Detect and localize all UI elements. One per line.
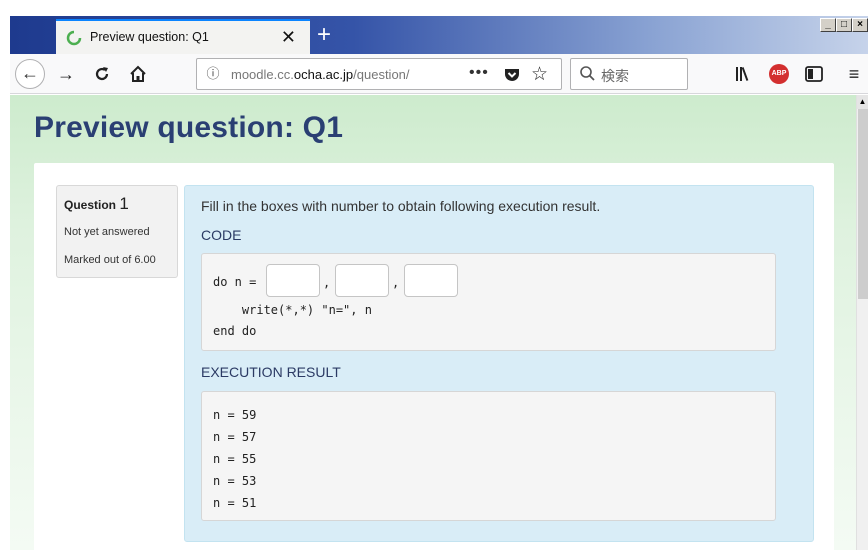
library-icon[interactable] <box>734 63 754 85</box>
url-domain: ocha.ac.jp <box>293 67 354 82</box>
home-button[interactable] <box>126 62 150 86</box>
code-comma-1: , <box>323 276 331 290</box>
page-actions-icon[interactable]: ••• <box>469 64 489 82</box>
home-icon <box>130 65 146 82</box>
window-controls: _ □ × <box>820 18 868 32</box>
maximize-button[interactable]: □ <box>836 18 852 32</box>
reload-icon <box>95 67 109 81</box>
question-label: Question <box>64 198 117 212</box>
close-window-button[interactable]: × <box>852 18 868 32</box>
scroll-thumb[interactable] <box>858 109 868 299</box>
forward-button[interactable]: → <box>54 62 78 86</box>
bookmark-star-icon[interactable]: ☆ <box>531 63 548 86</box>
page-title: Preview question: Q1 <box>34 111 344 144</box>
url-bar[interactable]: ⓘ moodle.cc.ocha.ac.jp/question/ ••• ☆ <box>196 58 562 90</box>
execution-heading: EXECUTION RESULT <box>201 364 341 380</box>
question-formulation: Fill in the boxes with number to obtain … <box>184 185 814 542</box>
info-icon[interactable]: ⓘ <box>205 66 221 82</box>
question-number-value: 1 <box>119 194 129 213</box>
answer-box-1[interactable] <box>266 264 320 297</box>
question-number: Question 1 <box>64 194 129 214</box>
search-bar[interactable]: 検索 <box>570 58 688 90</box>
question-text: Fill in the boxes with number to obtain … <box>201 198 601 214</box>
search-input[interactable]: 検索 <box>601 66 629 86</box>
code-comma-2: , <box>392 276 400 290</box>
navigation-toolbar: ← → ⓘ moodle.cc.ocha.ac.jp/question/ •••… <box>10 54 868 94</box>
execution-line: n = 57 <box>213 430 257 444</box>
scroll-up-icon[interactable]: ▲ <box>857 95 868 109</box>
minimize-button[interactable]: _ <box>820 18 836 32</box>
tab-close-icon[interactable]: ✕ <box>281 26 296 48</box>
back-button[interactable]: ← <box>15 59 45 89</box>
question-grade: Marked out of 6.00 <box>64 254 156 266</box>
hamburger-menu-icon[interactable]: ≡ <box>844 63 864 85</box>
url-suffix: /question/ <box>353 67 410 82</box>
question-state: Not yet answered <box>64 226 150 238</box>
execution-result-box: n = 59 n = 57 n = 55 n = 53 n = 51 <box>201 391 776 521</box>
adblock-plus-icon[interactable]: ABP <box>769 64 789 84</box>
code-heading: CODE <box>201 227 242 243</box>
vertical-scrollbar[interactable]: ▲ <box>856 95 868 550</box>
pocket-icon[interactable] <box>503 66 521 84</box>
code-line-3: end do <box>213 324 257 338</box>
question-info: Question 1 Not yet answered Marked out o… <box>56 185 178 278</box>
search-icon <box>580 66 595 81</box>
execution-line: n = 51 <box>213 496 257 510</box>
tab-title: Preview question: Q1 <box>90 30 209 44</box>
execution-line: n = 53 <box>213 474 257 488</box>
reload-button[interactable] <box>90 62 114 86</box>
answer-box-3[interactable] <box>404 264 458 297</box>
arrow-right-icon: → <box>57 64 75 84</box>
code-line-1: do n = <box>213 275 264 289</box>
window-titlebar: Preview question: Q1 ✕ + _ □ × <box>10 16 868 54</box>
code-box: do n = , , write(*,*) "n=", n end do <box>201 253 776 351</box>
arrow-left-icon: ← <box>21 63 39 83</box>
new-tab-button[interactable]: + <box>306 19 342 53</box>
loading-icon <box>66 30 82 46</box>
tab-preview-question[interactable]: Preview question: Q1 ✕ <box>56 19 310 54</box>
answer-box-2[interactable] <box>335 264 389 297</box>
sidebar-icon[interactable] <box>804 63 824 85</box>
url-text[interactable]: moodle.cc.ocha.ac.jp/question/ <box>231 67 410 82</box>
execution-line: n = 59 <box>213 408 257 422</box>
url-prefix: moodle.cc. <box>231 67 294 82</box>
code-line-2: write(*,*) "n=", n <box>213 303 372 317</box>
page-viewport: Preview question: Q1 Question 1 Not yet … <box>10 95 856 550</box>
question-region: Question 1 Not yet answered Marked out o… <box>34 163 834 550</box>
execution-line: n = 55 <box>213 452 257 466</box>
